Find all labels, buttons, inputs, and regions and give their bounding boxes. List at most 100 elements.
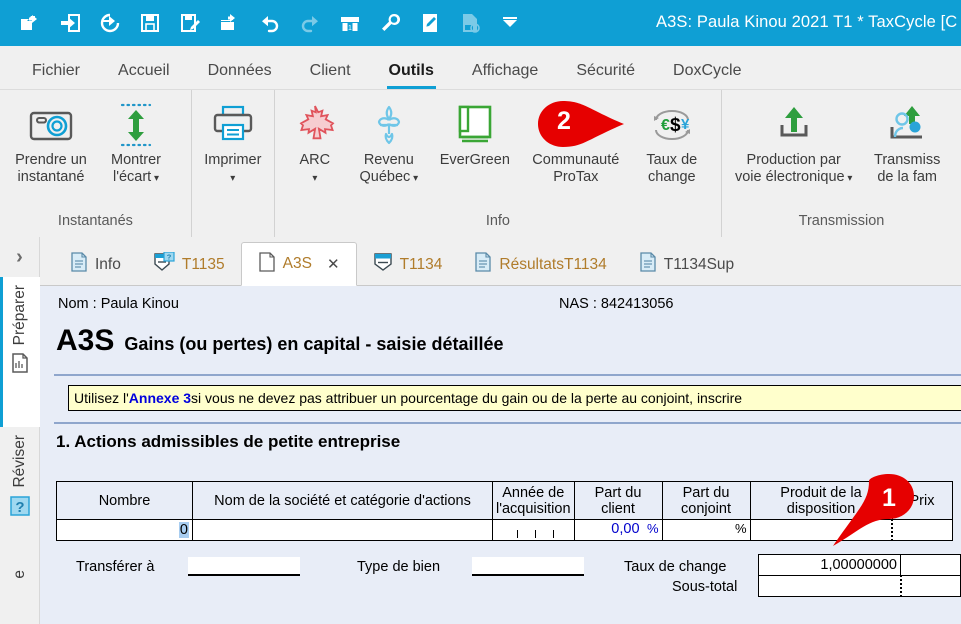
form-code: A3S [56,324,115,357]
note-link-annexe3[interactable]: Annexe 3 [129,390,191,406]
sidebar-item-partial[interactable]: e [0,562,40,602]
close-icon[interactable]: ✕ [327,255,340,273]
document-tab-bar: Info ? T1135 A3S ✕ T1134 RésultatsT1134 … [40,237,961,286]
sin-label: NAS : 842413056 [559,296,674,312]
question-mark-icon: ? [8,494,32,518]
sous-total-input[interactable] [758,575,902,597]
svg-text:$: $ [670,115,681,136]
ribbon-tab-affichage[interactable]: Affichage [453,62,557,89]
cell-prix[interactable] [891,519,953,541]
imprimer-button[interactable]: Imprimer ▾ [198,98,268,187]
imprimer-label: Imprimer ▾ [204,152,262,184]
slip-question-icon: ? [153,251,175,277]
body-area: › Préparer Réviser ? e Info ? T1135 A3S … [0,237,961,624]
cell-part-client-unit: % [646,521,659,536]
communaute-protax-button[interactable]: Communauté ProTax [521,98,631,186]
production-electronique-button[interactable]: Production par voie électronique ▾ [728,98,859,187]
form-heading: A3S Gains (ou pertes) en capital - saisi… [56,324,504,358]
doc-tab-resultatst1134[interactable]: RésultatsT1134 [458,244,622,285]
doc-tab-a3s[interactable]: A3S ✕ [240,242,357,286]
ribbon-tab-fichier[interactable]: Fichier [13,62,99,89]
document-lines-icon [639,252,657,277]
cell-part-client-value: 0,00 [611,521,640,537]
capital-gains-table: Nombre Nom de la société et catégorie d'… [56,481,953,541]
ribbon-tab-client[interactable]: Client [291,62,370,89]
type-bien-input[interactable] [472,557,584,576]
sous-total-row [758,575,961,597]
type-bien-label: Type de bien [357,559,441,575]
sous-total-extra[interactable] [900,575,961,597]
undo-icon[interactable] [258,11,282,35]
col-header-annee: Année de l'acquisition [492,481,575,520]
table-row: 0 0,00 % % [56,519,953,541]
doc-tab-t1134-label: T1134 [399,255,443,273]
ribbon-tab-accueil[interactable]: Accueil [99,62,189,89]
cell-part-conjoint[interactable]: % [661,519,751,541]
revenu-quebec-label: Revenu Québec ▾ [359,152,419,185]
arc-button[interactable]: ARC ▾ [281,98,349,187]
folder-open-2-icon[interactable] [218,11,242,35]
tfile-disabled-icon[interactable] [458,11,482,35]
doc-tab-t1135[interactable]: ? T1135 [137,244,241,285]
doc-tab-info[interactable]: Info [54,244,137,285]
form-title: Gains (ou pertes) en capital - saisie dé… [124,334,504,354]
doc-tab-t1134sup[interactable]: T1134Sup [623,244,750,285]
divider-mid [54,422,961,424]
cell-part-client[interactable]: 0,00 % [573,519,663,541]
taux-change-label: Taux de change [624,559,727,575]
doc-tab-info-label: Info [95,255,121,273]
cell-annee[interactable] [492,519,575,541]
open-folder-icon[interactable] [18,11,42,35]
cell-produit[interactable] [749,519,894,541]
arc-label: ARC ▾ [299,152,331,184]
edit-note-icon[interactable] [418,11,442,35]
montrer-ecart-button[interactable]: Montrer l'écart ▾ [96,98,176,187]
taux-de-change-button[interactable]: € $ ¥ Taux de change [631,98,713,186]
sidebar-item-reviser-label: Réviser [11,435,28,488]
save-as-icon[interactable] [178,11,202,35]
restore-icon[interactable] [98,11,122,35]
upload-icon [772,101,816,149]
ribbon-tab-bar: Fichier Accueil Données Client Outils Af… [0,46,961,89]
montrer-ecart-label: Montrer l'écart ▾ [111,152,161,185]
prendre-instantane-label: Prendre un instantané [15,152,87,185]
ribbon-tab-outils[interactable]: Outils [370,62,453,89]
family-upload-icon [884,101,930,149]
cell-nombre[interactable]: 0 [56,519,193,541]
wrench-icon[interactable] [378,11,402,35]
ribbon-group-label-instantanes: Instantanés [57,213,133,229]
save-icon[interactable] [138,11,162,35]
col-header-produit: Produit de la disposition [749,481,893,520]
transferer-label: Transférer à [76,559,155,575]
taux-change-input[interactable]: 1,00000000 [758,554,901,576]
chevron-down-icon[interactable] [498,11,522,35]
expand-sidebar-icon[interactable]: › [0,237,39,277]
divider-top [54,374,961,376]
ribbon-tab-donnees[interactable]: Données [189,62,291,89]
client-name-label: Nom : Paula Kinou [58,296,179,312]
doc-tab-t1135-label: T1135 [181,255,225,273]
evergreen-button[interactable]: EverGreen [429,98,521,169]
taux-change-row: 1,00000000 [758,554,961,576]
revenu-quebec-button[interactable]: Revenu Québec ▾ [349,98,429,187]
blank-page-icon [258,251,276,277]
ribbon-tab-doxcycle[interactable]: DoxCycle [654,62,760,89]
doc-tab-t1134[interactable]: T1134 [357,244,459,285]
taux-change-extra[interactable] [900,554,961,576]
col-header-nombre: Nombre [56,481,193,520]
fleur-de-lys-icon [367,101,411,149]
currency-exchange-icon: € $ ¥ [649,101,695,149]
sidebar-item-reviser[interactable]: Réviser ? [0,427,40,562]
svg-text:?: ? [15,499,24,516]
ribbon-tab-securite[interactable]: Sécurité [557,62,654,89]
prendre-instantane-button[interactable]: Prendre un instantané [6,98,96,186]
t1-archive-icon[interactable]: 1 [338,11,362,35]
redo-icon[interactable] [298,11,322,35]
cell-societe[interactable] [192,519,493,541]
title-bar: 1 A3S: Paula Kinou 2021 T1 * TaxCycle [C [0,0,961,46]
sidebar-item-partial-label: e [11,570,28,579]
transmission-famille-button[interactable]: Transmiss de la fam [859,98,955,186]
import-icon[interactable] [58,11,82,35]
transferer-input[interactable] [188,557,300,576]
sidebar-item-preparer[interactable]: Préparer [0,277,40,427]
